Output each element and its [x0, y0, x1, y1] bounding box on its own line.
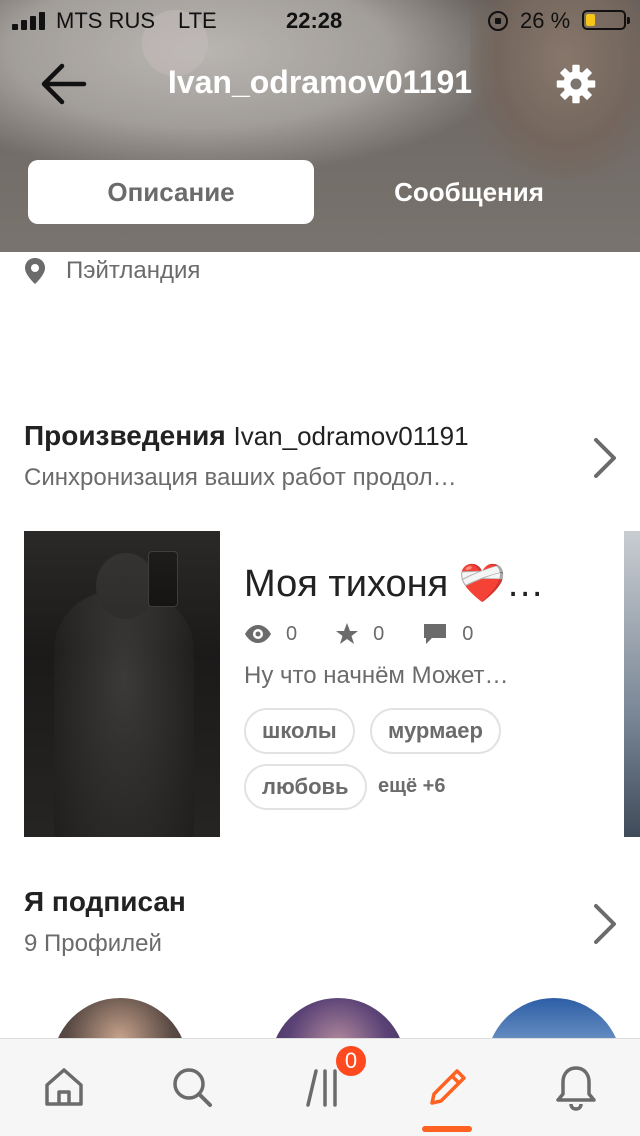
location-pin-icon [25, 258, 45, 284]
status-bar: MTS RUS LTE 22:28 26 % [0, 0, 640, 40]
profile-location: Пэйтландия [24, 254, 200, 288]
tab-notifications[interactable] [546, 1059, 606, 1115]
chevron-right-icon [594, 438, 616, 478]
gear-icon [556, 64, 596, 104]
next-story-cover[interactable] [624, 531, 640, 837]
tag-chip[interactable]: школы [244, 708, 355, 754]
tab-search[interactable] [162, 1059, 222, 1115]
tag-chip[interactable]: мурмаер [370, 708, 501, 754]
home-icon [45, 1068, 83, 1106]
following-title[interactable]: Я подписан [24, 886, 186, 918]
works-section-title[interactable]: Произведения Ivan_odramov01191 [24, 420, 469, 452]
following-subtitle: 9 Профилей [24, 930, 162, 957]
story-stats: 0 0 0 [244, 620, 511, 648]
profile-username-title: Ivan_odramov01191 [167, 64, 473, 100]
battery-percent: 26 % [520, 8, 571, 33]
works-username: Ivan_odramov01191 [233, 421, 469, 451]
story-title[interactable]: Моя тихоня ❤️‍🩹… [244, 562, 564, 606]
comments-count: 0 [462, 622, 474, 645]
search-icon [173, 1068, 212, 1107]
works-title: Произведения [24, 420, 226, 451]
location-text: Пэйтландия [66, 257, 201, 284]
votes-stat: 0 [335, 622, 384, 646]
battery-fill [586, 14, 595, 26]
tab-description[interactable]: Описание [28, 160, 314, 224]
orientation-lock-icon [488, 11, 508, 31]
views-count: 0 [286, 622, 298, 645]
story-cover[interactable] [24, 531, 220, 837]
carrier-name: MTS RUS [56, 8, 155, 33]
write-icon [430, 1069, 466, 1105]
tab-messages[interactable]: Сообщения [326, 160, 612, 224]
clock: 22:28 [286, 8, 343, 33]
comment-icon [424, 624, 447, 644]
library-badge: 0 [334, 1044, 368, 1078]
bell-icon [556, 1066, 596, 1111]
tab-home[interactable] [34, 1059, 94, 1115]
network-type: LTE [178, 8, 217, 33]
bottom-tab-bar [0, 1038, 640, 1136]
comments-stat: 0 [422, 622, 473, 646]
battery-icon [582, 10, 630, 30]
following-more-button[interactable] [588, 902, 620, 946]
story-description: Ну что начнём Может… [244, 662, 509, 689]
star-icon [336, 623, 359, 644]
eye-icon [245, 625, 271, 643]
views-stat: 0 [244, 623, 297, 646]
active-tab-indicator [422, 1126, 472, 1132]
works-more-button[interactable] [588, 436, 620, 480]
works-subtitle: Синхронизация ваших работ продол… [24, 464, 457, 491]
votes-count: 0 [373, 622, 385, 645]
tab-write[interactable] [418, 1059, 478, 1115]
signal-icon [12, 12, 48, 30]
chevron-right-icon [594, 904, 616, 944]
tag-chip[interactable]: любовь [244, 764, 367, 810]
more-tags-link[interactable]: ещё +6 [378, 775, 445, 798]
settings-button[interactable] [552, 62, 600, 106]
